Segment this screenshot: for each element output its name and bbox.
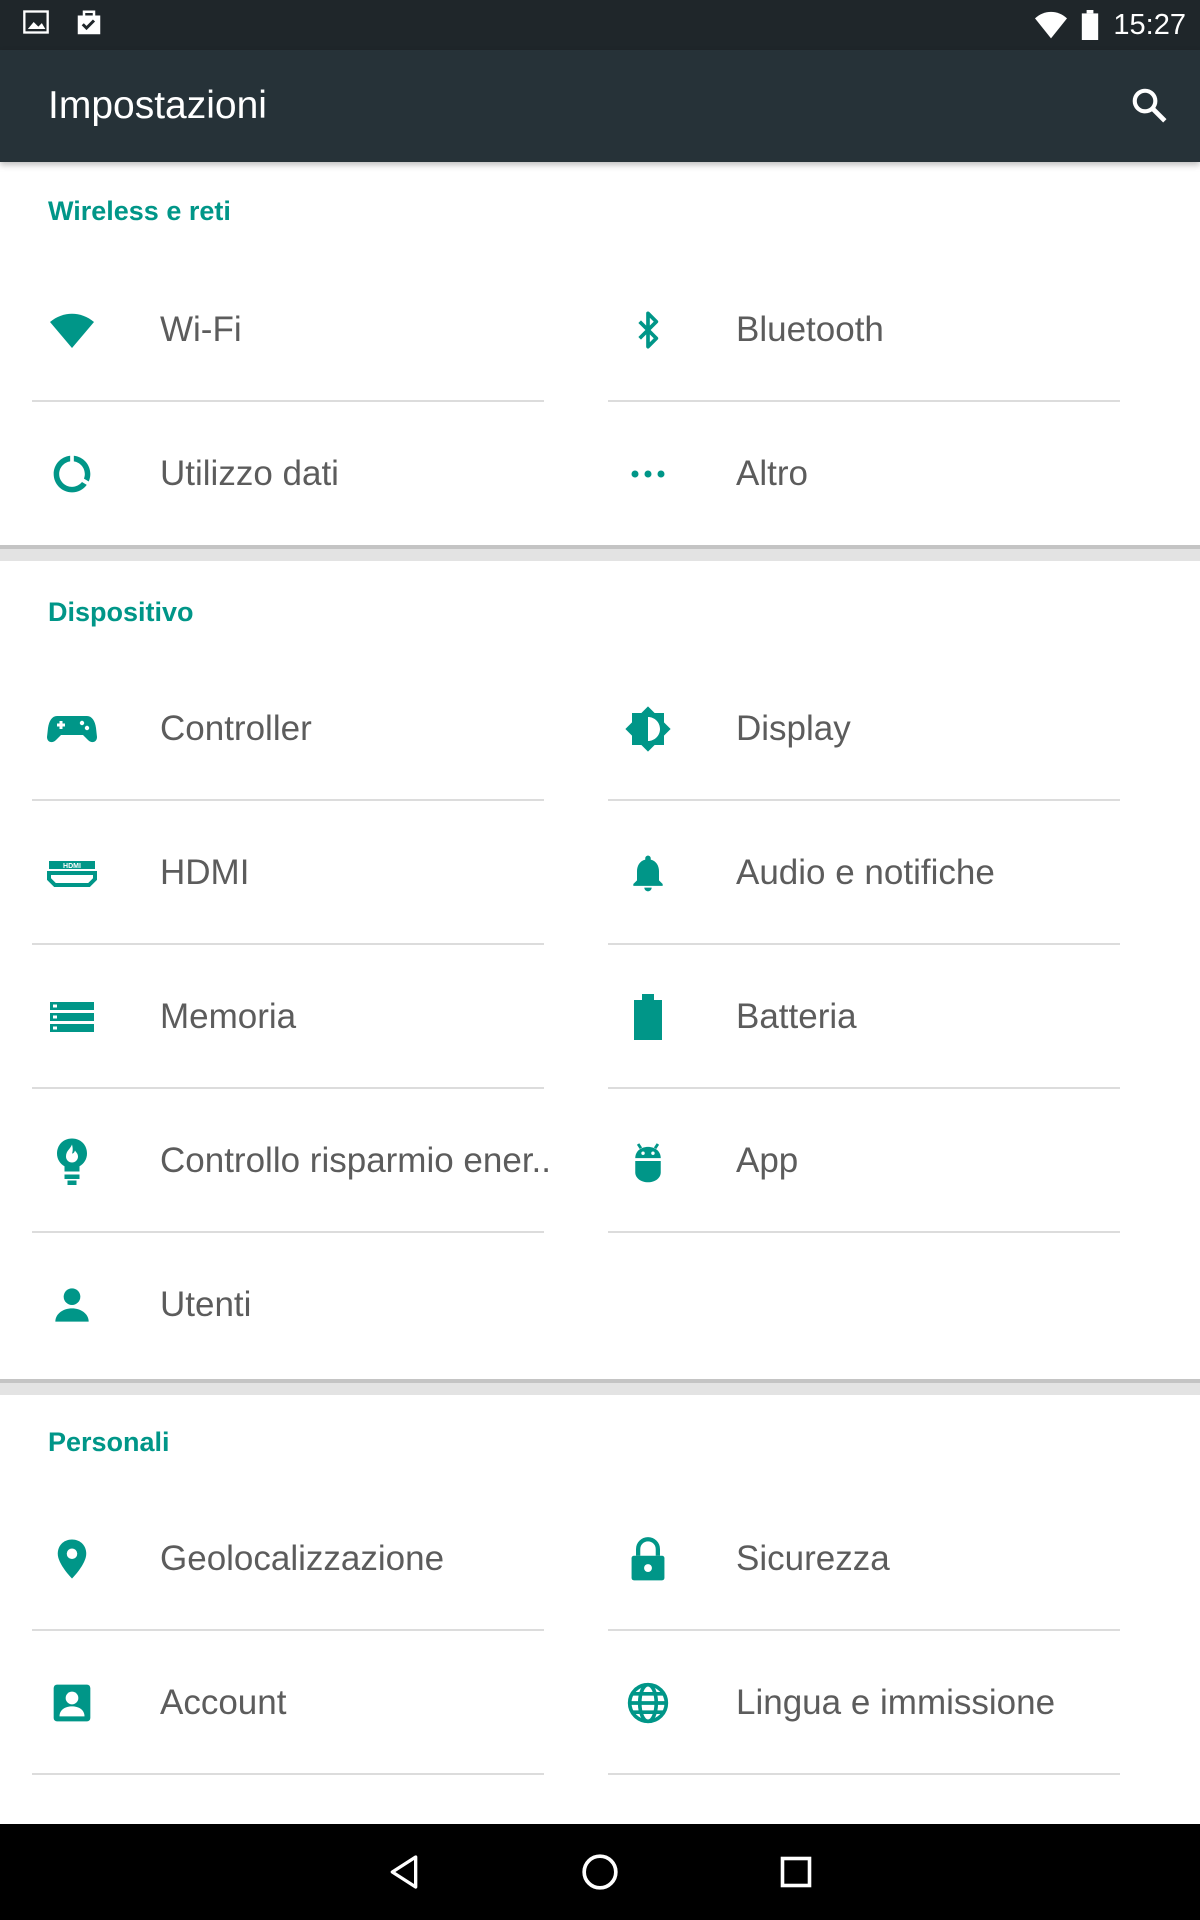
tile-label: Lingua e immissione	[736, 1683, 1056, 1722]
svg-text:HDMI: HDMI	[63, 863, 81, 870]
tile-data-usage[interactable]: Utilizzo dati	[0, 402, 544, 546]
android-icon	[620, 1133, 676, 1189]
page-title: Impostazioni	[48, 84, 267, 127]
tile-label: Utilizzo dati	[160, 454, 339, 493]
account-box-icon	[44, 1675, 100, 1731]
tile-location[interactable]: Geolocalizzazione	[0, 1487, 544, 1631]
wifi-icon	[1035, 11, 1068, 39]
battery-icon	[1082, 10, 1099, 40]
more-icon	[620, 446, 676, 502]
section-device: Dispositivo Controller Display HDMI HDMI…	[0, 561, 1200, 1379]
app-bar: Impostazioni	[0, 50, 1200, 162]
hdmi-icon: HDMI	[44, 845, 100, 901]
tile-label: Altro	[736, 454, 808, 493]
tile-hdmi[interactable]: HDMI HDMI	[0, 801, 544, 945]
tile-label: Bluetooth	[736, 310, 884, 349]
tile-security[interactable]: Sicurezza	[576, 1487, 1120, 1631]
data-usage-icon	[44, 446, 100, 502]
brightness-icon	[620, 701, 676, 757]
tile-display[interactable]: Display	[576, 657, 1120, 801]
tile-label: Batteria	[736, 997, 857, 1036]
tile-label: Memoria	[160, 997, 297, 1036]
section-wireless: Wireless e reti Wi-Fi Bluetooth Utilizzo…	[0, 162, 1200, 545]
section-title-wireless: Wireless e reti	[48, 196, 231, 226]
tile-apps[interactable]: App	[576, 1089, 1120, 1233]
section-title-personal: Personali	[48, 1427, 170, 1457]
section-title-device: Dispositivo	[48, 597, 194, 627]
person-icon	[44, 1277, 100, 1333]
power-saving-bulb-icon	[44, 1133, 100, 1189]
search-button[interactable]	[1124, 80, 1174, 130]
tile-label: Controller	[160, 709, 312, 748]
tile-bluetooth[interactable]: Bluetooth	[576, 258, 1120, 402]
tile-label: Controllo risparmio ener..	[160, 1141, 551, 1180]
tile-users[interactable]: Utenti	[0, 1233, 544, 1377]
recents-button[interactable]	[766, 1842, 826, 1902]
home-icon	[582, 1854, 618, 1890]
tile-account[interactable]: Account	[0, 1631, 544, 1775]
navigation-bar	[0, 1824, 1200, 1920]
tile-label: Account	[160, 1683, 287, 1722]
back-icon	[390, 1855, 418, 1889]
tile-label: Wi-Fi	[160, 310, 242, 349]
tile-label: Display	[736, 709, 851, 748]
location-pin-icon	[44, 1531, 100, 1587]
tile-language[interactable]: Lingua e immissione	[576, 1631, 1120, 1775]
notification-icons	[22, 8, 104, 38]
tile-label: Geolocalizzazione	[160, 1539, 445, 1578]
globe-icon	[620, 1675, 676, 1731]
tile-label: HDMI	[160, 853, 250, 892]
tile-more[interactable]: Altro	[576, 402, 1120, 546]
tile-wifi[interactable]: Wi-Fi	[0, 258, 544, 402]
search-icon	[1132, 88, 1167, 123]
image-notification-icon	[23, 10, 49, 34]
tile-controller[interactable]: Controller	[0, 657, 544, 801]
wifi-icon	[44, 302, 100, 358]
status-bar: 15:27	[0, 0, 1200, 50]
system-status: 15:27	[1035, 0, 1186, 50]
clock: 15:27	[1113, 8, 1186, 41]
tile-label: Sicurezza	[736, 1539, 890, 1578]
storage-icon	[44, 989, 100, 1045]
tile-label: Utenti	[160, 1285, 252, 1324]
gamepad-icon	[44, 701, 100, 757]
tile-label: Audio e notifiche	[736, 853, 995, 892]
tile-battery[interactable]: Batteria	[576, 945, 1120, 1089]
tile-storage[interactable]: Memoria	[0, 945, 544, 1089]
bell-icon	[620, 845, 676, 901]
tile-power-saving[interactable]: Controllo risparmio ener..	[0, 1089, 551, 1233]
recents-icon	[780, 1856, 812, 1888]
section-personal: Personali Geolocalizzazione Sicurezza Ac…	[0, 1395, 1200, 1824]
bluetooth-icon	[620, 302, 676, 358]
tile-audio[interactable]: Audio e notifiche	[576, 801, 1120, 945]
section-divider	[0, 545, 1200, 561]
tile-label: App	[736, 1141, 799, 1180]
task-notification-icon	[77, 10, 101, 35]
back-button[interactable]	[374, 1842, 434, 1902]
section-divider	[0, 1379, 1200, 1395]
lock-icon	[620, 1531, 676, 1587]
home-button[interactable]	[570, 1842, 630, 1902]
battery-icon	[620, 989, 676, 1045]
